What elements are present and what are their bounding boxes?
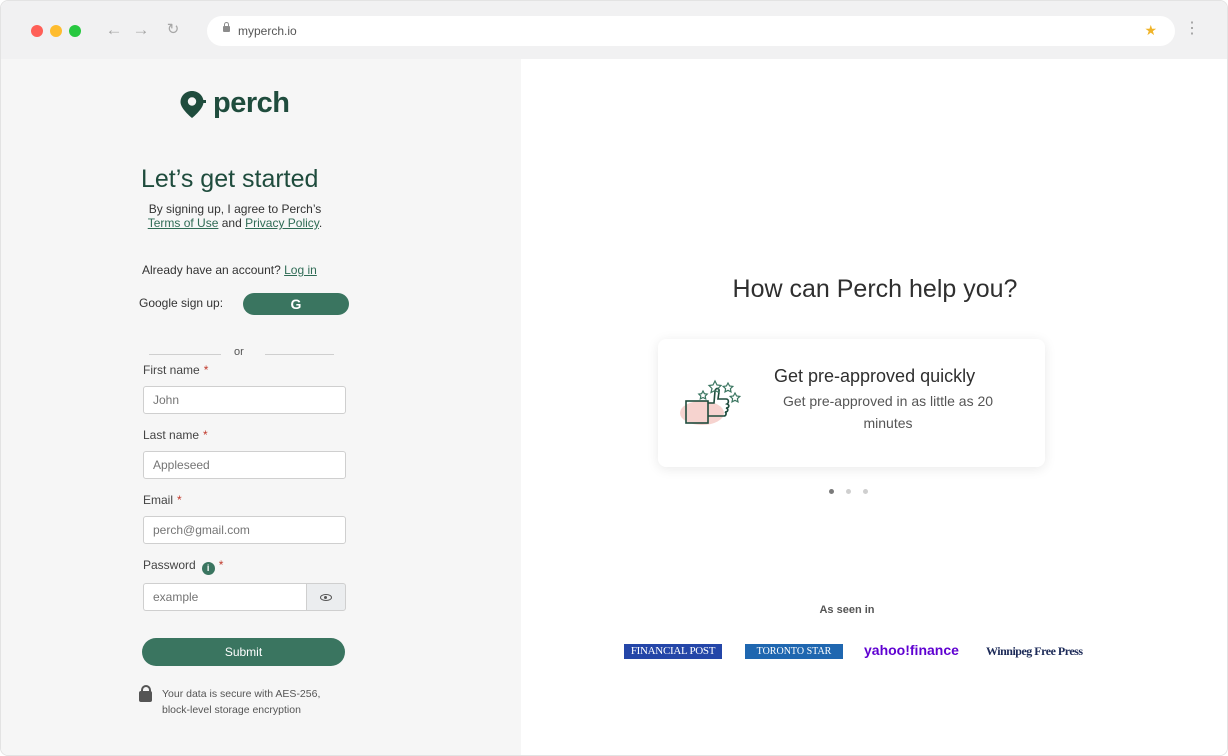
- security-note-line2: block-level storage encryption: [162, 704, 301, 716]
- first-name-input[interactable]: [143, 386, 346, 414]
- carousel-dot[interactable]: [863, 489, 868, 494]
- bookmark-star-icon[interactable]: ★: [1144, 22, 1157, 39]
- eye-icon: [320, 594, 332, 601]
- period-text: .: [318, 216, 323, 230]
- or-divider-text: or: [234, 346, 244, 358]
- info-icon[interactable]: i: [201, 562, 215, 575]
- perch-logo[interactable]: perch: [179, 87, 290, 123]
- password-label: Password i *: [143, 558, 224, 575]
- carousel-dot[interactable]: [846, 489, 851, 494]
- terms-of-use-link[interactable]: Terms of Use: [148, 216, 219, 230]
- close-window-button[interactable]: [31, 25, 43, 37]
- terms-agreement: By signing up, I agree to Perch’s Terms …: [141, 202, 329, 230]
- yahoo-finance-logo: yahoo!finance: [864, 642, 959, 658]
- last-name-input[interactable]: [143, 451, 346, 479]
- carousel-dot-active[interactable]: [829, 489, 834, 494]
- google-signup-label: Google sign up:: [139, 296, 224, 310]
- agree-prefix: By signing up, I agree to Perch’s: [148, 202, 322, 216]
- browser-menu-icon[interactable]: ⋮: [1184, 19, 1200, 39]
- feature-card-description: Get pre-approved in as little as 20 minu…: [782, 393, 994, 431]
- thumbs-up-stars-icon: [680, 379, 742, 425]
- password-input[interactable]: [143, 583, 307, 611]
- divider-left: [149, 354, 221, 355]
- signup-panel: perch Let’s get started By signing up, I…: [1, 59, 521, 755]
- first-name-label: First name *: [143, 363, 209, 377]
- security-note-line1: Your data is secure with AES-256,: [162, 688, 321, 700]
- and-text: and: [221, 216, 242, 230]
- privacy-policy-link[interactable]: Privacy Policy: [245, 216, 319, 230]
- winnipeg-free-press-logo: Winnipeg Free Press: [986, 644, 1083, 658]
- map-pin-icon: [180, 91, 206, 118]
- last-name-label: Last name *: [143, 428, 208, 442]
- submit-button[interactable]: Submit: [142, 638, 345, 666]
- browser-window: ← → ↻ myperch.io ★ ⋮ perch Let’s get sta…: [0, 0, 1228, 756]
- maximize-window-button[interactable]: [69, 25, 81, 37]
- feature-card: Get pre-approved quickly Get pre-approve…: [658, 339, 1045, 467]
- promo-heading: How can Perch help you?: [732, 275, 1018, 303]
- padlock-icon: [139, 685, 152, 702]
- forward-arrow-icon[interactable]: →: [132, 20, 150, 40]
- promo-panel: How can Perch help you? Get pre-approved…: [521, 59, 1227, 755]
- google-icon: G: [290, 296, 302, 312]
- google-signup-button[interactable]: G: [243, 293, 349, 315]
- minimize-window-button[interactable]: [50, 25, 62, 37]
- show-password-toggle[interactable]: [306, 583, 346, 611]
- url-text[interactable]: myperch.io: [238, 24, 297, 38]
- secure-lock-icon: [223, 22, 230, 32]
- email-label: Email *: [143, 493, 182, 507]
- divider-right: [265, 354, 334, 355]
- page-title: Let’s get started: [141, 165, 319, 193]
- back-arrow-icon[interactable]: ←: [105, 20, 123, 40]
- address-bar[interactable]: myperch.io ★: [207, 16, 1175, 46]
- toronto-star-logo: TORONTO STAR: [745, 644, 843, 659]
- financial-post-logo: FINANCIAL POST: [624, 644, 722, 659]
- as-seen-in-heading: As seen in: [819, 604, 875, 616]
- browser-toolbar: ← → ↻ myperch.io ★ ⋮: [1, 1, 1227, 60]
- email-input[interactable]: [143, 516, 346, 544]
- brand-name: perch: [213, 87, 290, 119]
- login-link[interactable]: Log in: [284, 263, 317, 277]
- login-prompt: Already have an account? Log in: [142, 263, 317, 277]
- feature-card-title: Get pre-approved quickly: [774, 366, 976, 386]
- already-text: Already have an account?: [142, 263, 281, 277]
- security-note: Your data is secure with AES-256, block-…: [162, 686, 320, 718]
- reload-icon[interactable]: ↻: [164, 20, 182, 40]
